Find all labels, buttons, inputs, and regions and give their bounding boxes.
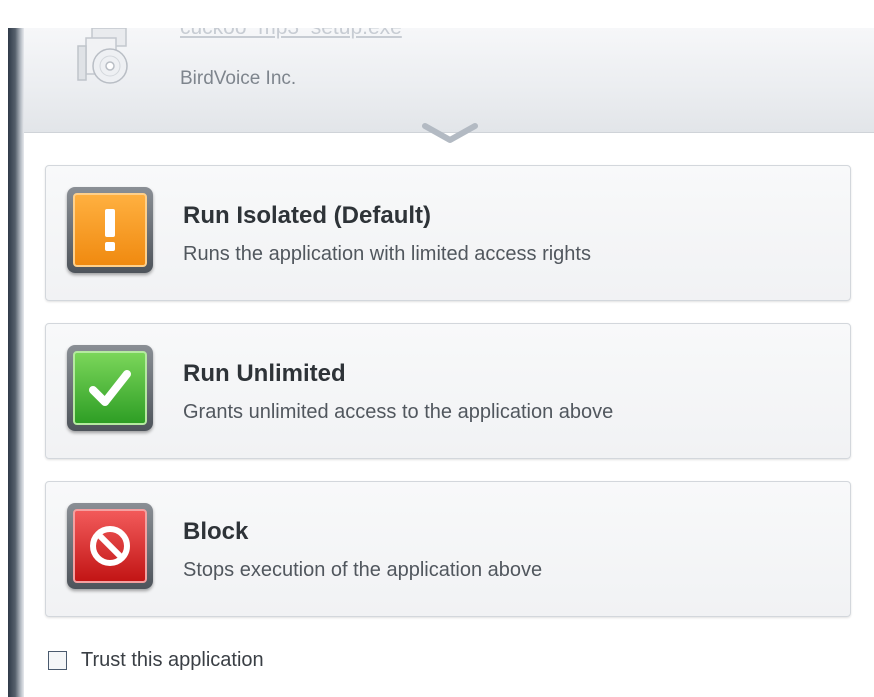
setup-package-icon: [72, 28, 142, 86]
trust-application-label[interactable]: Trust this application: [81, 649, 264, 672]
run-unlimited-option[interactable]: Run Unlimited Grants unlimited access to…: [45, 323, 851, 459]
application-name-link[interactable]: cuckoo_mp3_setup.exe: [180, 28, 402, 40]
option-description: Stops execution of the application above: [183, 559, 543, 581]
block-option[interactable]: Block Stops execution of the application…: [45, 481, 851, 617]
trust-application-checkbox[interactable]: [48, 650, 67, 670]
run-unlimited-icon-frame: [67, 345, 153, 431]
option-title: Block: [183, 518, 249, 545]
checkmark-icon: [73, 351, 147, 425]
option-title: Run Isolated (Default): [183, 202, 432, 229]
run-isolated-option[interactable]: Run Isolated (Default) Runs the applicat…: [45, 165, 851, 301]
option-description: Runs the application with limited access…: [183, 243, 591, 265]
prohibited-icon: [73, 509, 147, 583]
publisher-name: BirdVoice Inc.: [180, 68, 297, 89]
application-header: cuckoo_mp3_setup.exe BirdVoice Inc.: [24, 28, 874, 143]
run-isolated-icon-frame: [67, 187, 153, 273]
chevron-down-icon: [419, 120, 481, 150]
window-left-edge: [8, 28, 24, 697]
security-alert-panel: cuckoo_mp3_setup.exe BirdVoice Inc. Run …: [24, 28, 874, 693]
trust-application-row: Trust this application: [48, 648, 264, 672]
option-description: Grants unlimited access to the applicati…: [183, 401, 614, 423]
block-icon-frame: [67, 503, 153, 589]
warning-icon: [73, 193, 147, 267]
option-title: Run Unlimited: [183, 360, 346, 387]
